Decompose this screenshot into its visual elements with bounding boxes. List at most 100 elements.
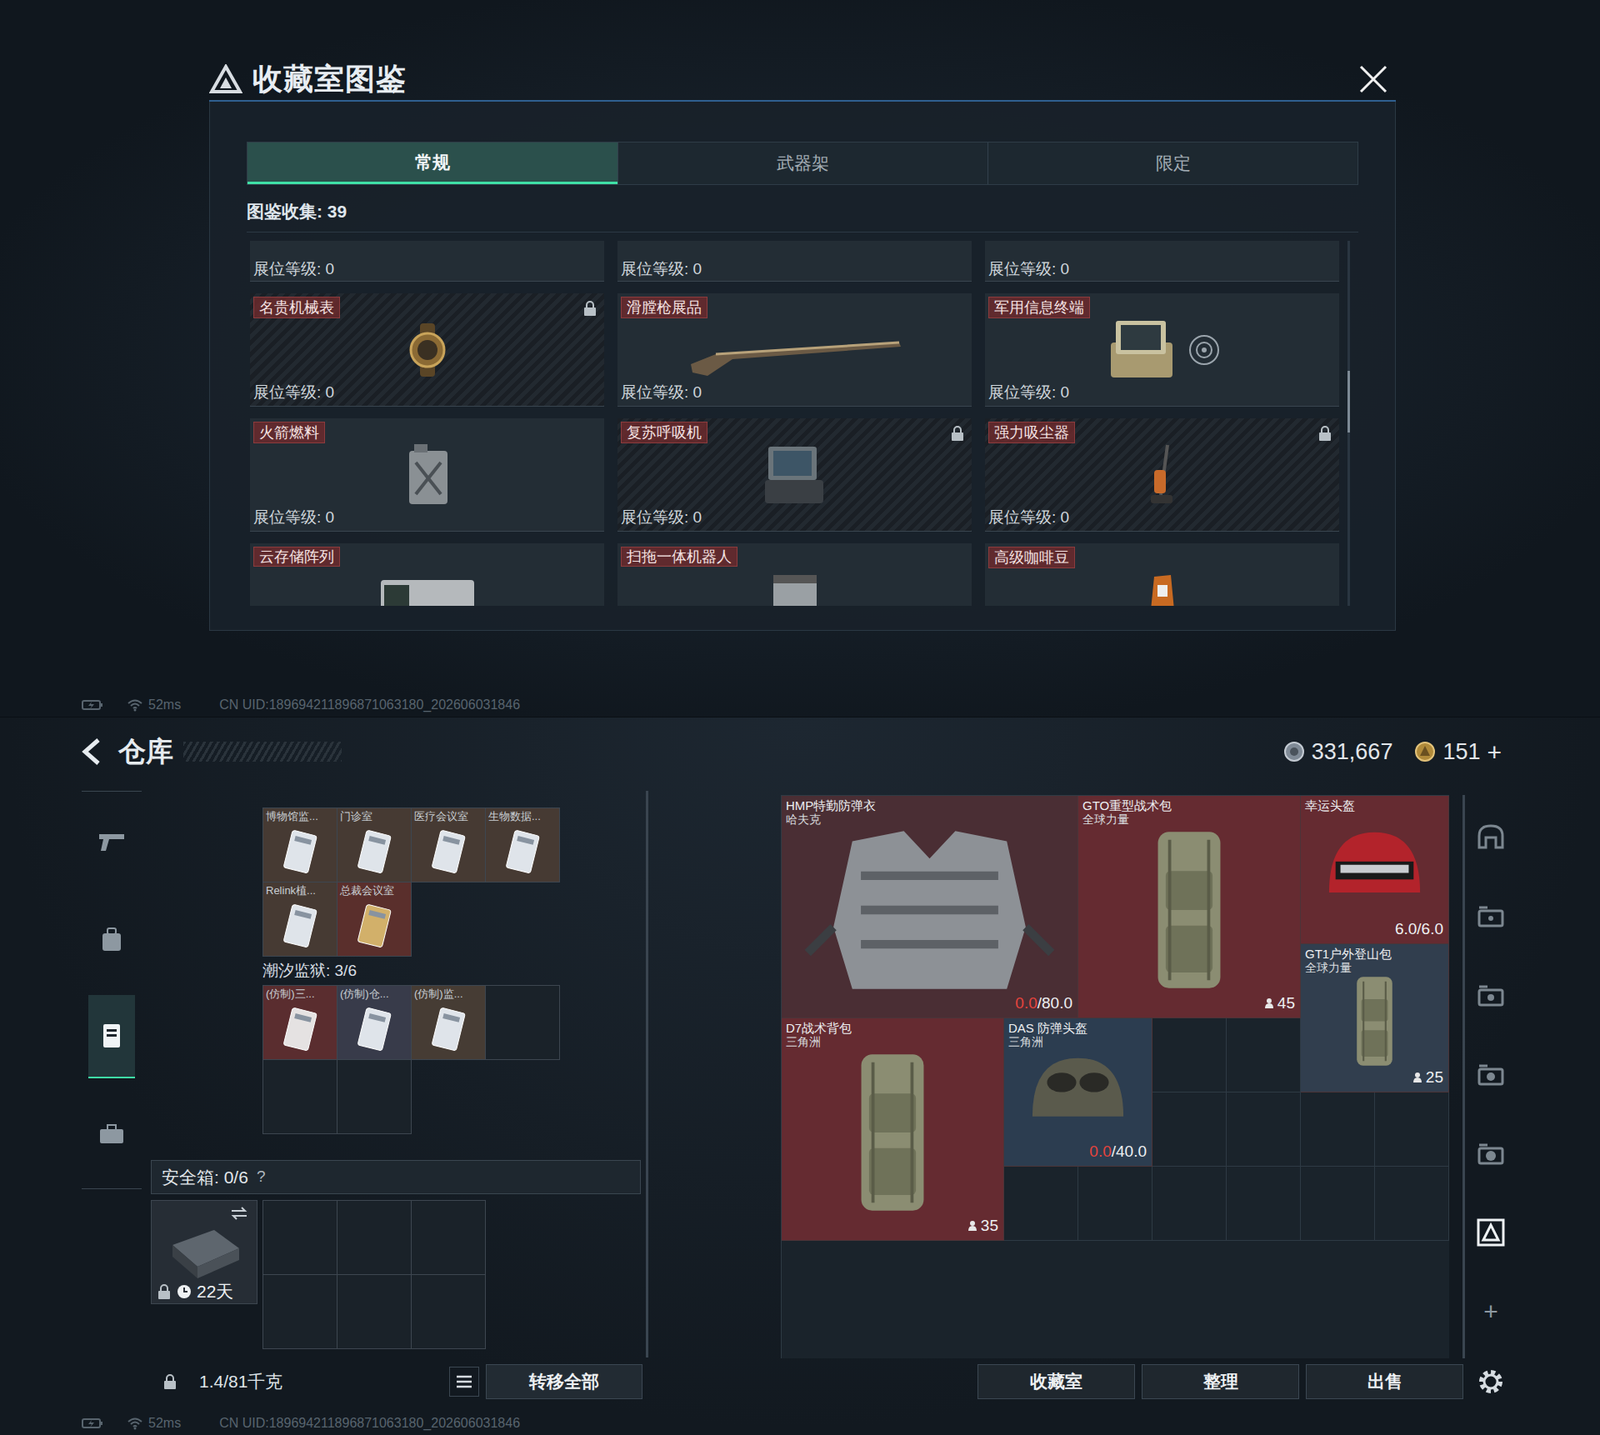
tab[interactable]: 限定 [987, 142, 1358, 185]
empty-cell[interactable] [1004, 1166, 1079, 1241]
swap-icon[interactable] [230, 1205, 249, 1221]
stash-item[interactable]: GT1户外登山包全球力量25 [1300, 944, 1450, 1093]
toolbar-item[interactable] [1465, 1192, 1516, 1272]
toolbar-item[interactable] [1465, 955, 1516, 1035]
action-button[interactable]: 出售 [1305, 1364, 1464, 1400]
safe-slot[interactable] [337, 1275, 412, 1350]
card-name: 高级咖啡豆 [988, 546, 1075, 569]
scrollbar-thumb[interactable] [1347, 370, 1350, 433]
stash-item[interactable]: HMP特勤防弹衣哈夫克0.0/80.0 [781, 795, 1079, 1019]
stash-item[interactable]: 幸运头盔6.0/6.0 [1300, 795, 1450, 945]
safe-box-item[interactable]: 22天 [150, 1200, 258, 1305]
key-card[interactable]: 博物馆监... [263, 808, 338, 883]
capacity: 1.4/81千克 [199, 1368, 283, 1395]
empty-slot[interactable] [485, 985, 560, 1060]
collection-card[interactable]: 扫拖一体机器人 [617, 543, 972, 606]
sidebar-item[interactable] [88, 800, 135, 884]
empty-cell[interactable] [1152, 1092, 1227, 1167]
empty-cell[interactable] [1300, 1166, 1375, 1241]
target-icon[interactable] [1187, 333, 1221, 367]
action-button[interactable]: 收藏室 [977, 1364, 1135, 1400]
scrollbar[interactable] [1347, 240, 1350, 606]
key-card[interactable]: 门诊室 [337, 808, 412, 883]
safe-slot[interactable] [263, 1200, 338, 1275]
toolbar-item[interactable] [1465, 875, 1516, 955]
empty-cell[interactable] [1226, 1166, 1301, 1241]
warehouse-main: 博物馆监...门诊室医疗会议室生物数据...Relink植...总裁会议室潮汐监… [0, 790, 1600, 1400]
action-button[interactable]: 整理 [1141, 1364, 1300, 1400]
collection-card[interactable]: 名贵机械表展位等级: 0 [250, 293, 605, 407]
stash-item[interactable]: GTO重型战术包全球力量45 [1078, 795, 1301, 1019]
key-card[interactable]: (仿制)三... [263, 985, 338, 1060]
collection-card[interactable]: 滑膛枪展品展位等级: 0 [617, 293, 972, 407]
empty-cell[interactable] [1226, 1092, 1301, 1167]
collection-card[interactable]: 高级咖啡豆 [985, 543, 1340, 606]
add-currency-button[interactable]: + [1486, 733, 1502, 771]
empty-cell[interactable] [1375, 1166, 1450, 1241]
help-button[interactable]: ? [256, 1165, 266, 1190]
scrollbar[interactable] [1462, 795, 1465, 1359]
booth-level: 展位等级: 0 [253, 382, 601, 403]
collection-card[interactable]: 军用信息终端展位等级: 0 [985, 293, 1340, 407]
empty-slot[interactable] [263, 1060, 338, 1135]
briefcase-icon [98, 1123, 125, 1145]
lock-icon [162, 1373, 178, 1390]
key-card[interactable]: (仿制)监... [411, 985, 486, 1060]
inventory-panel: 博物馆监...门诊室医疗会议室生物数据...Relink植...总裁会议室潮汐监… [150, 790, 643, 1400]
key-art [263, 1000, 337, 1060]
tab[interactable]: 武器架 [617, 142, 988, 185]
empty-cell[interactable] [1375, 1092, 1450, 1167]
key-card[interactable]: 生物数据... [485, 808, 560, 883]
gear-icon[interactable] [1475, 1366, 1506, 1397]
collection-card[interactable]: 展位等级: 0 [617, 240, 972, 282]
sidebar-item[interactable] [88, 897, 135, 981]
logo-icon [209, 64, 243, 95]
tab[interactable]: 常规 [247, 142, 618, 185]
booth-level: 展位等级: 0 [253, 259, 335, 280]
safe-slot[interactable] [411, 1200, 486, 1275]
safe-slot[interactable] [337, 1200, 412, 1275]
close-icon[interactable] [1357, 63, 1390, 95]
key-card[interactable]: (仿制)仓... [337, 985, 412, 1060]
key-card[interactable]: 总裁会议室 [337, 882, 412, 957]
toolbar-item[interactable] [1465, 1113, 1516, 1193]
list-icon[interactable] [449, 1366, 480, 1397]
card-name: 名贵机械表 [253, 296, 340, 319]
collection-card[interactable]: 强力吸尘器展位等级: 0 [985, 418, 1340, 532]
collection-card[interactable]: 复苏呼吸机展位等级: 0 [617, 418, 972, 532]
collection-card[interactable]: 云存储阵列 [250, 543, 605, 606]
booth-level: 展位等级: 0 [988, 382, 1336, 403]
key-card[interactable]: 医疗会议室 [411, 808, 486, 883]
scrollbar[interactable] [645, 790, 649, 1358]
empty-cell[interactable] [1300, 1092, 1375, 1167]
weapon-icon [97, 830, 126, 853]
key-card[interactable]: Relink植... [263, 882, 338, 957]
empty-slot[interactable] [337, 1060, 412, 1135]
safe-slot[interactable] [263, 1275, 338, 1350]
tab-bar: 常规武器架限定 [246, 141, 1359, 185]
transfer-all-button[interactable]: 转移全部 [485, 1364, 643, 1400]
currency-amount: 151 [1442, 735, 1480, 770]
lock-icon [950, 425, 965, 442]
empty-cell[interactable] [1078, 1166, 1153, 1241]
add-tab-button[interactable]: + [1465, 1271, 1516, 1351]
empty-cell[interactable] [1152, 1166, 1227, 1241]
stash-item[interactable]: DAS 防弹头盔三角洲0.0/40.0 [1004, 1018, 1153, 1167]
collection-card[interactable]: 火箭燃料展位等级: 0 [250, 418, 605, 532]
toolbar-item[interactable] [1465, 1034, 1516, 1114]
empty-cell[interactable] [1152, 1018, 1227, 1093]
toolbar-item[interactable] [1465, 796, 1516, 876]
coin-icon [1283, 740, 1305, 763]
collection-card[interactable]: 展位等级: 0 [985, 240, 1340, 282]
collection-card[interactable]: 展位等级: 0 [250, 240, 605, 282]
safe-slot[interactable] [411, 1275, 486, 1350]
card-row: 展位等级: 0 展位等级: 0 展位等级: 0 [250, 240, 1340, 282]
safe-box-timer: 22天 [196, 1282, 234, 1300]
sidebar-item[interactable] [88, 1092, 135, 1176]
keycard-icon [278, 901, 322, 952]
stash-item[interactable]: D7战术背包三角洲35 [781, 1018, 1005, 1241]
sidebar-item[interactable] [88, 995, 135, 1079]
back-icon[interactable] [80, 736, 104, 767]
empty-cell[interactable] [1226, 1018, 1301, 1093]
key-art [337, 897, 411, 956]
